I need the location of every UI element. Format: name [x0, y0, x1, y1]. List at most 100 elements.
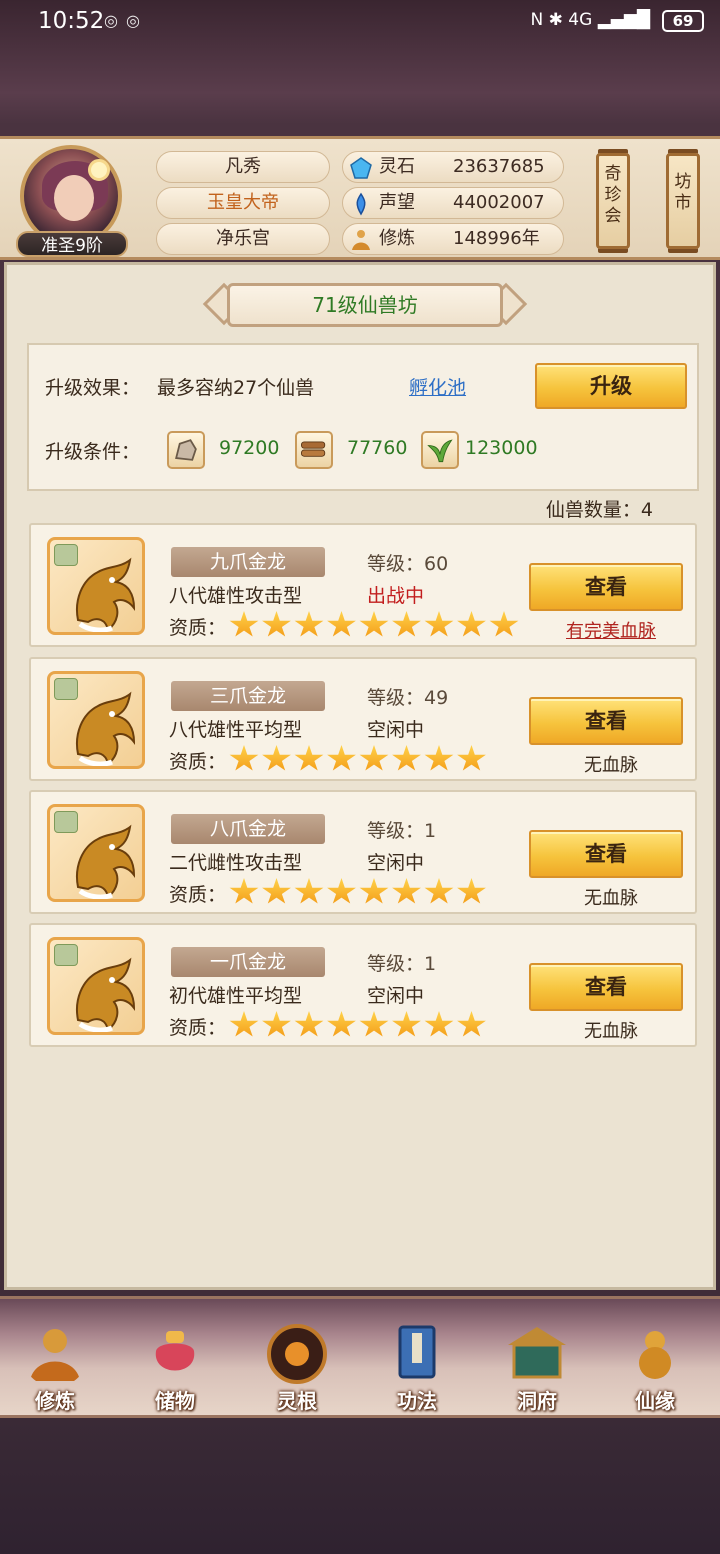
wood-icon — [295, 431, 333, 469]
pet-level: 等级：1 — [367, 820, 437, 842]
material-wood-value: 77760 — [347, 437, 408, 459]
material-ore-value: 97200 — [219, 437, 280, 459]
bloodline-link[interactable]: 有完美血脉 — [529, 617, 693, 643]
golden-dragon-icon — [76, 691, 136, 766]
nav-storage[interactable]: 储物 — [120, 1299, 230, 1415]
nav-technique[interactable]: 功法 — [362, 1299, 472, 1415]
star-icon — [424, 878, 454, 904]
pet-quality-label: 资质： — [169, 1017, 227, 1039]
star-icon — [327, 611, 356, 637]
market-button[interactable]: 坊市 — [666, 153, 700, 249]
pet-portrait[interactable] — [47, 937, 145, 1035]
pet-name: 八爪金龙 — [171, 814, 325, 844]
pet-portrait[interactable] — [47, 804, 145, 902]
view-pet-button[interactable]: 查看 — [529, 563, 683, 611]
pet-card: 九爪金龙 等级：60 八代雄性攻击型 出战中 资质： 查看 有完美血脉 — [29, 523, 697, 647]
star-icon — [359, 745, 389, 771]
nav-spirit-root[interactable]: 灵根 — [242, 1299, 352, 1415]
player-title: 玉皇大帝 — [156, 187, 330, 219]
star-icon — [392, 1011, 421, 1037]
page-title: 71级仙兽坊 — [227, 283, 503, 327]
fate-gourd-icon — [639, 1331, 671, 1379]
nav-cultivate[interactable]: 修炼 — [0, 1299, 110, 1415]
star-icon — [327, 878, 356, 904]
cultivation-icon — [352, 230, 370, 250]
resource-cultivation: 修炼 148996年 — [342, 223, 564, 255]
bloodline-status: 无血脉 — [584, 755, 638, 776]
player-name: 凡秀 — [156, 151, 330, 183]
pet-card: 一爪金龙 等级：1 初代雄性平均型 空闲中 资质： 查看 无血脉 — [29, 923, 697, 1047]
pet-portrait[interactable] — [47, 671, 145, 769]
pet-status: 空闲中 — [367, 719, 425, 741]
pet-generation: 初代雄性平均型 — [169, 985, 303, 1007]
view-pet-button[interactable]: 查看 — [529, 830, 683, 878]
pet-card: 三爪金龙 等级：49 八代雄性平均型 空闲中 资质： 查看 无血脉 — [29, 657, 697, 781]
cave-mansion-icon — [508, 1327, 566, 1379]
cultivate-icon — [30, 1329, 80, 1381]
golden-dragon-icon — [76, 824, 136, 899]
star-icon — [262, 878, 291, 904]
star-icon — [359, 611, 389, 637]
bloodline-status: 无血脉 — [584, 1021, 638, 1042]
pet-quality-stars — [229, 1011, 489, 1041]
nav-cave-mansion[interactable]: 洞府 — [482, 1299, 592, 1415]
page-title-banner: 71级仙兽坊 — [202, 282, 528, 327]
star-icon — [294, 611, 324, 637]
pet-name: 一爪金龙 — [171, 947, 325, 977]
nav-fate[interactable]: 仙缘 — [600, 1299, 710, 1415]
pet-quality-label: 资质： — [169, 884, 227, 906]
treasure-auction-button[interactable]: 奇珍会 — [596, 153, 630, 249]
star-icon — [229, 1011, 259, 1037]
view-pet-button[interactable]: 查看 — [529, 697, 683, 745]
pet-portrait[interactable] — [47, 537, 145, 635]
beast-workshop-panel: 71级仙兽坊 升级效果： 最多容纳27个仙兽 孵化池 升级 升级条件： 9720… — [4, 262, 716, 1290]
technique-book-icon — [398, 1325, 436, 1379]
upgrade-effect-label: 升级效果： — [45, 377, 141, 399]
ore-icon — [167, 431, 205, 469]
spirit-stone-icon — [350, 157, 372, 179]
star-icon — [229, 611, 259, 637]
pet-name: 三爪金龙 — [171, 681, 325, 711]
star-icon — [489, 611, 519, 637]
bloodline-status: 无血脉 — [584, 888, 638, 909]
view-pet-button[interactable]: 查看 — [529, 963, 683, 1011]
upgrade-effect-value: 最多容纳27个仙兽 — [157, 377, 315, 399]
signal-icons: N ✱ 4G ▂▄▆█ — [530, 10, 650, 30]
avatar-face — [54, 175, 94, 221]
player-header: 准圣9阶 凡秀 玉皇大帝 净乐宫 灵石 23637685 声望 44002007… — [0, 136, 720, 260]
pet-generation: 二代雌性攻击型 — [169, 852, 303, 874]
star-icon — [457, 611, 486, 637]
upgrade-section: 升级效果： 最多容纳27个仙兽 孵化池 升级 升级条件： 97200 77760… — [27, 343, 699, 491]
storage-bag-icon — [155, 1331, 195, 1371]
star-icon — [294, 878, 324, 904]
pet-quality-label: 资质： — [169, 751, 227, 773]
golden-dragon-icon — [76, 957, 136, 1032]
star-icon — [229, 878, 259, 904]
golden-dragon-icon — [76, 557, 136, 632]
upgrade-button[interactable]: 升级 — [535, 363, 687, 409]
pet-quality-stars — [229, 745, 489, 775]
herb-icon — [421, 431, 459, 469]
status-time: 10:52 — [38, 8, 105, 34]
spirit-root-icon — [267, 1324, 327, 1384]
star-icon — [262, 745, 291, 771]
pet-generation: 八代雄性平均型 — [169, 719, 303, 741]
pet-status: 出战中 — [367, 585, 425, 607]
star-icon — [392, 611, 421, 637]
star-icon — [424, 1011, 454, 1037]
hatch-pool-link[interactable]: 孵化池 — [409, 373, 466, 400]
pet-card: 八爪金龙 等级：1 二代雌性攻击型 空闲中 资质： 查看 无血脉 — [29, 790, 697, 914]
pet-quality-label: 资质： — [169, 617, 227, 639]
pet-status: 空闲中 — [367, 985, 425, 1007]
avatar-flower-icon — [88, 159, 110, 181]
resource-spirit-stone: 灵石 23637685 — [342, 151, 564, 183]
star-icon — [262, 611, 291, 637]
pet-level: 等级：1 — [367, 953, 437, 975]
material-herb-value: 123000 — [465, 437, 538, 459]
player-rank: 准圣9阶 — [16, 231, 128, 257]
bottom-nav: 修炼 储物 灵根 功法 洞府 仙缘 — [0, 1296, 720, 1418]
star-icon — [262, 1011, 291, 1037]
star-icon — [359, 878, 389, 904]
star-icon — [457, 745, 486, 771]
reputation-icon — [356, 192, 366, 216]
